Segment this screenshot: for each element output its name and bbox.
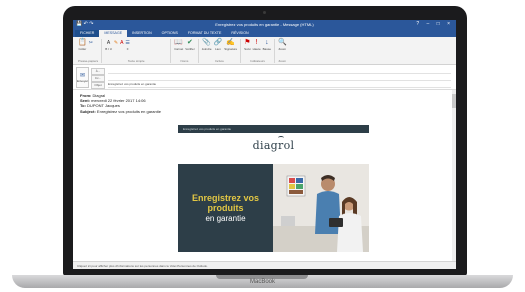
signature-icon: ✍ (226, 39, 236, 46)
newsletter-topbar: Enregistrez vos produits en garantie (178, 125, 369, 133)
window-title: Enregistrez vos produits en garantie - M… (215, 22, 314, 27)
forwarded-header: From: Diagral Sent: mercredi 22 février … (80, 93, 161, 114)
group-name: Zoom (278, 59, 287, 63)
group-name: Inclure (214, 59, 224, 63)
ribbon-group-clipboard: 📋 Coller ✂ Presse-papiers (75, 39, 103, 63)
tab-format-text[interactable]: FORMAT DU TEXTE (183, 30, 227, 37)
align-button[interactable]: ☰ ≡ (125, 39, 129, 51)
minimize-button[interactable]: – (426, 21, 432, 27)
newsletter: Enregistrez vos produits en garantie dia… (178, 125, 369, 261)
cc-row: Cc... (91, 74, 451, 82)
paste-button[interactable]: 📋 Coller (78, 39, 87, 51)
to-field[interactable] (108, 68, 451, 74)
tab-insertion[interactable]: INSERTION (127, 30, 157, 37)
window-controls: ? – □ × (416, 20, 453, 29)
laptop-lid: 💾 ↶ ↷ Enregistrez vos produits en garant… (63, 6, 467, 276)
tab-message[interactable]: MESSAGE (99, 30, 128, 37)
tab-options[interactable]: OPTIONS (157, 30, 183, 37)
font-color-button[interactable]: A (120, 39, 123, 47)
paste-icon: 📋 (78, 39, 87, 46)
tab-review[interactable]: RÉVISION (226, 30, 253, 37)
status-bar: Cliquez ici pour afficher plus d'informa… (73, 261, 456, 269)
scrollbar[interactable] (452, 90, 456, 261)
cc-button[interactable]: Cc... (91, 74, 105, 82)
highlight-icon: ✎ (113, 40, 119, 46)
ribbon-group-zoom: 🔍 Zoom Zoom (275, 39, 290, 63)
highlight-button[interactable]: ✎ (114, 39, 118, 47)
ribbon-group-include: 📎 Joindre 🔗 Lien ✍ Signature Inclure (199, 39, 242, 63)
group-name: Presse-papiers (78, 59, 99, 63)
newsletter-logo[interactable]: diagrol (178, 139, 369, 152)
hero-headline: Enregistrez vos produits (191, 192, 260, 213)
camera-icon (263, 11, 266, 14)
font-color-icon: A (120, 40, 124, 46)
title-bar: 💾 ↶ ↷ Enregistrez vos produits en garant… (73, 20, 456, 29)
address-book-icon: 📖 (174, 39, 184, 46)
subject-label: Subject: (80, 108, 96, 114)
scrollbar-thumb[interactable] (452, 94, 456, 108)
ribbon-tabs: FICHIER MESSAGE INSERTION OPTIONS FORMAT… (73, 29, 456, 37)
ribbon-group-names: 📖 Carnet ✔ Vérifier Noms (171, 39, 199, 63)
hero-photo (273, 164, 369, 252)
to-button[interactable]: À... (91, 67, 105, 75)
link-button[interactable]: 🔗 Lien (214, 39, 223, 51)
flag-icon: ⚑ (244, 39, 251, 46)
importance-low-icon: ↓ (265, 39, 269, 46)
importance-high-icon: ! (255, 39, 258, 46)
zoom-icon: 🔍 (278, 39, 287, 46)
help-button[interactable]: ? (416, 21, 422, 27)
attach-button[interactable]: 📎 Joindre (202, 39, 212, 51)
link-icon: 🔗 (213, 39, 223, 46)
close-button[interactable]: × (447, 21, 453, 27)
ribbon-group-tags: ⚑ Suivi ! Haute ↓ Basse Indicateurs (241, 39, 275, 63)
hero-text-panel: Enregistrez vos produits en garantie (178, 164, 273, 252)
address-book-button[interactable]: 📖 Carnet (174, 39, 183, 51)
follow-up-button[interactable]: ⚑ Suivi (244, 39, 251, 51)
tab-file[interactable]: FICHIER (75, 30, 100, 37)
group-name: Noms (180, 59, 189, 63)
cut-button[interactable]: ✂ (89, 39, 93, 47)
font-icon: A​ (106, 40, 111, 46)
signature-button[interactable]: ✍ Signature (224, 39, 237, 51)
screen: 💾 ↶ ↷ Enregistrez vos produits en garant… (73, 20, 456, 269)
font-format-button[interactable]: A​ B I U (105, 39, 112, 51)
ribbon-group-basic-text: A​ B I U ✎ A ☰ ≡ Texte simple (102, 39, 172, 63)
check-names-icon: ✔ (187, 39, 193, 46)
low-importance-button[interactable]: ↓ Basse (263, 39, 271, 51)
subject-row: Objet Enregistrez vos produits en garant… (91, 81, 451, 89)
cut-icon: ✂ (88, 40, 93, 46)
cc-field[interactable] (108, 75, 451, 81)
subject-label: Objet (91, 81, 105, 89)
attach-icon: 📎 (202, 39, 211, 46)
subject-value: Enregistrez vos produits en garantie (96, 108, 161, 114)
check-names-button[interactable]: ✔ Vérifier (185, 39, 195, 51)
group-name: Texte simple (127, 59, 145, 63)
send-button[interactable]: ✉ Envoyer (76, 67, 89, 88)
high-importance-button[interactable]: ! Haute (253, 39, 261, 51)
zoom-button[interactable]: 🔍 Zoom (278, 39, 287, 51)
laptop-brand: MacBook (249, 279, 275, 285)
to-row: À... (91, 67, 451, 75)
maximize-button[interactable]: □ (437, 21, 443, 27)
send-icon: ✉ (79, 73, 86, 79)
ribbon: 📋 Coller ✂ Presse-papiers A​ B I U (73, 37, 456, 80)
hero-subline: en garantie (205, 213, 246, 223)
group-name: Indicateurs (250, 59, 265, 63)
compose-header: ✉ Envoyer À... Cc... Objet Enregistrez v… (73, 65, 456, 90)
subject-field[interactable]: Enregistrez vos produits en garantie (108, 82, 451, 88)
newsletter-hero[interactable]: Enregistrez vos produits en garantie (178, 164, 369, 252)
align-icon: ☰ (125, 40, 130, 46)
